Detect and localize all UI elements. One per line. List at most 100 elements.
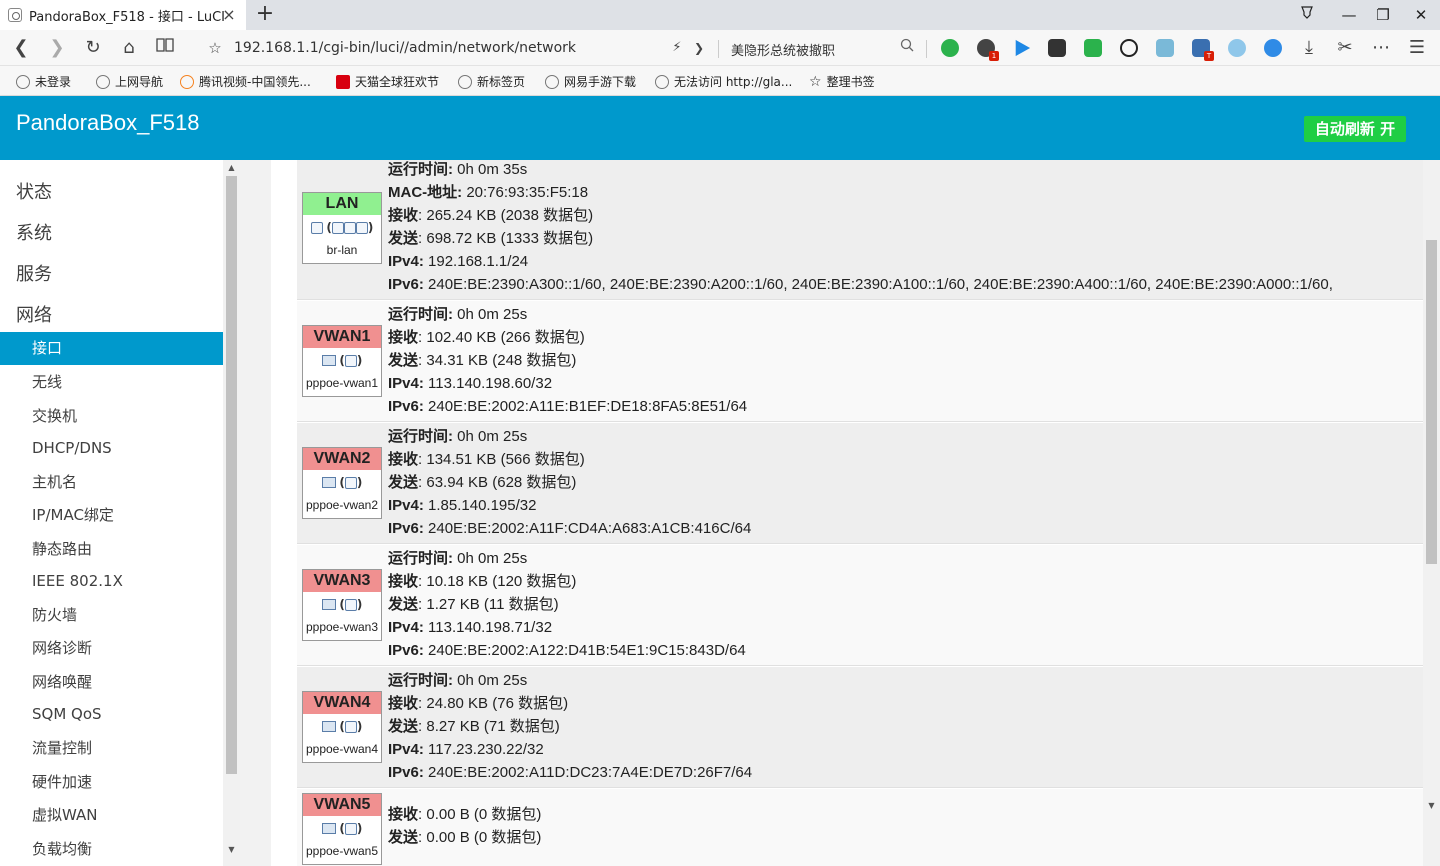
ipv4-label: IPv4: — [388, 497, 424, 514]
new-tab-button[interactable]: + — [254, 3, 276, 25]
computer-icon — [321, 721, 336, 732]
ipv4-label: IPv4: — [388, 619, 424, 636]
sidebar-item-ip-mac-binding[interactable]: IP/MAC绑定 — [0, 499, 223, 532]
interface-stats: 运行时间: 0h 0m 25s 接收: 10.18 KB (120 数据包) 发… — [388, 547, 746, 662]
pin-icon[interactable] — [1294, 4, 1320, 26]
tx-label: 发送 — [388, 596, 419, 613]
ipv6-label: IPv6: — [388, 398, 424, 415]
scroll-up-icon[interactable]: ▲ — [226, 162, 237, 174]
interface-badge-vwan3[interactable]: VWAN3 () pppoe-vwan3 — [302, 569, 382, 641]
router-brand[interactable]: PandoraBox_F518 — [16, 110, 199, 136]
comic-icon[interactable] — [1048, 39, 1066, 57]
forward-icon[interactable]: ❯ — [46, 37, 68, 59]
uptime-label: 运行时间: — [388, 161, 453, 178]
rx-value: : 24.80 KB (76 数据包) — [418, 695, 569, 712]
sidebar-item-virtual-wan[interactable]: 虚拟WAN — [0, 799, 223, 832]
menu-services[interactable]: 服务 — [16, 260, 52, 286]
reload-icon[interactable]: ↻ — [82, 37, 104, 59]
sidebar-item-wake-on-lan[interactable]: 网络唤醒 — [0, 666, 223, 699]
interface-stats: 运行时间: 0h 0m 25s 接收: 102.40 KB (266 数据包) … — [388, 303, 747, 418]
home-icon[interactable]: ⌂ — [118, 37, 140, 59]
bookmark-item[interactable]: 新标签页 — [458, 73, 525, 90]
sidebar-item-sqm-qos[interactable]: SQM QoS — [0, 698, 223, 731]
wechat-icon[interactable] — [941, 39, 959, 57]
tx-label: 发送 — [388, 474, 419, 491]
back-icon[interactable]: ❮ — [10, 37, 32, 59]
sidebar-item-hw-acceleration[interactable]: 硬件加速 — [0, 766, 223, 799]
sidebar-item-static-routes[interactable]: 静态路由 — [0, 533, 223, 566]
screenshot-icon[interactable] — [1156, 39, 1174, 57]
table-row: VWAN1 () pppoe-vwan1 运行时间: 0h 0m 25s 接收:… — [297, 301, 1423, 422]
sidebar-item-wireless[interactable]: 无线 — [0, 366, 223, 399]
sidebar-item-ieee8021x[interactable]: IEEE 802.1X — [0, 565, 223, 598]
extension-cat-icon[interactable]: 1 — [977, 39, 999, 61]
interface-badge-vwan4[interactable]: VWAN4 () pppoe-vwan4 — [302, 691, 382, 763]
scissors-icon[interactable]: ✂ — [1334, 37, 1356, 59]
sidebar-item-traffic-control[interactable]: 流量控制 — [0, 732, 223, 765]
bookmark-item[interactable]: 无法访问 http://gla... — [655, 73, 792, 90]
menu-system[interactable]: 系统 — [16, 219, 52, 245]
lightning-icon[interactable]: ⚡ — [666, 37, 688, 59]
interface-name: VWAN1 — [303, 326, 381, 348]
browser-tab[interactable]: PandoraBox_F518 - 接口 - LuCI × — [0, 0, 246, 30]
video-play-icon[interactable] — [1015, 39, 1031, 57]
sidebar-scrollbar[interactable]: ▲ ▼ — [223, 160, 240, 866]
bookmark-item[interactable]: 天猫全球狂欢节 — [336, 73, 439, 90]
url-input[interactable]: 192.168.1.1/cgi-bin/luci//admin/network/… — [234, 40, 576, 56]
tab-close-icon[interactable]: × — [220, 6, 238, 24]
restore-button[interactable]: ❐ — [1370, 4, 1396, 26]
extension-box-icon[interactable]: T — [1192, 39, 1214, 61]
bookmark-item[interactable]: 腾讯视频-中国领先... — [180, 73, 311, 90]
search-icon[interactable] — [896, 37, 918, 59]
bookmark-item[interactable]: 上网导航 — [96, 73, 163, 90]
wifi-icon[interactable] — [1120, 39, 1138, 57]
sidebar-item-switch[interactable]: 交换机 — [0, 400, 223, 433]
interface-badge-vwan2[interactable]: VWAN2 () pppoe-vwan2 — [302, 447, 382, 519]
interface-name: VWAN2 — [303, 448, 381, 470]
download-icon[interactable]: ⤓ — [1298, 37, 1320, 59]
sidebar-item-dhcp-dns[interactable]: DHCP/DNS — [0, 432, 223, 465]
bookmark-item[interactable]: ☆ 整理书签 — [809, 73, 875, 90]
uptime-label: 运行时间: — [388, 550, 453, 567]
interface-stats: 接收: 0.00 B (0 数据包) 发送: 0.00 B (0 数据包) — [388, 803, 541, 849]
reader-icon[interactable] — [154, 37, 176, 59]
sidebar-item-firewall[interactable]: 防火墙 — [0, 599, 223, 632]
uptime-value: 0h 0m 25s — [457, 550, 528, 567]
cloud-download-icon[interactable] — [1264, 39, 1282, 57]
sidebar-item-load-balancing[interactable]: 负载均衡 — [0, 833, 223, 866]
interface-badge-vwan1[interactable]: VWAN1 () pppoe-vwan1 — [302, 325, 382, 397]
autorefresh-toggle[interactable]: 自动刷新 开 — [1304, 116, 1406, 142]
page-scroll-thumb[interactable] — [1426, 240, 1437, 564]
menu-status[interactable]: 状态 — [16, 178, 52, 204]
sidebar-scroll-thumb[interactable] — [226, 176, 237, 774]
search-input[interactable]: 美隐形总统被撤职 — [731, 40, 835, 59]
ipv6-label: IPv6: — [388, 520, 424, 537]
menu-icon[interactable]: ☰ — [1406, 37, 1428, 59]
more-icon[interactable]: ⋯ — [1370, 37, 1392, 59]
interface-badge-vwan5[interactable]: VWAN5 () pppoe-vwan5 — [302, 793, 382, 865]
sidebar-item-hostnames[interactable]: 主机名 — [0, 466, 223, 499]
chevron-right-icon[interactable]: ❯ — [688, 37, 710, 59]
switch-icon — [331, 221, 344, 234]
scroll-down-icon[interactable]: ▼ — [226, 844, 237, 856]
menu-network[interactable]: 网络 — [16, 301, 52, 327]
interface-badge-lan[interactable]: LAN () br-lan — [302, 192, 382, 264]
bookmark-star-icon[interactable]: ☆ — [204, 37, 226, 59]
interface-stats: 运行时间: 0h 0m 25s 接收: 24.80 KB (76 数据包) 发送… — [388, 669, 752, 784]
translate-icon[interactable] — [1228, 39, 1246, 57]
page-scrollbar[interactable]: ▼ — [1423, 160, 1440, 866]
sidebar-item-diagnostics[interactable]: 网络诊断 — [0, 632, 223, 665]
bookmark-item[interactable]: 未登录 — [16, 73, 71, 90]
tx-value: : 698.72 KB (1333 数据包) — [418, 230, 594, 247]
bookmark-item[interactable]: 网易手游下载 — [545, 73, 636, 90]
interface-icons: () — [303, 470, 381, 494]
sidebar-item-interfaces[interactable]: 接口 — [0, 332, 223, 365]
minimize-button[interactable]: — — [1336, 4, 1362, 26]
star-icon: ☆ — [809, 73, 822, 90]
scroll-down-icon[interactable]: ▼ — [1426, 800, 1437, 812]
gamepad-icon[interactable] — [1084, 39, 1102, 57]
interface-icons: () — [303, 592, 381, 616]
tmall-icon — [336, 74, 350, 89]
close-window-button[interactable]: ✕ — [1408, 4, 1434, 26]
tx-value: : 8.27 KB (71 数据包) — [418, 718, 560, 735]
